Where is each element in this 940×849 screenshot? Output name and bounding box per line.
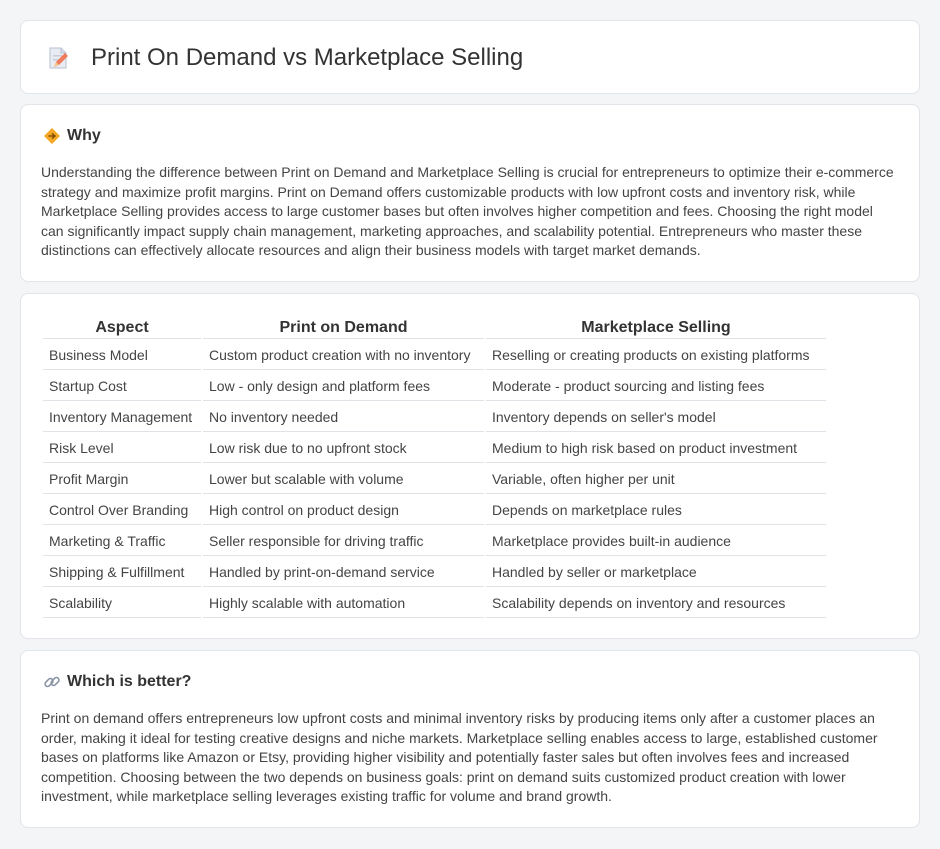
diamond-arrows-icon — [44, 128, 60, 144]
header-print-on-demand: Print on Demand — [203, 318, 484, 339]
why-section: Why Understanding the difference between… — [20, 104, 920, 282]
link-icon — [44, 676, 60, 688]
marketplace-cell: Handled by seller or marketplace — [486, 558, 826, 587]
which-is-better-section: Which is better? Print on demand offers … — [20, 650, 920, 828]
marketplace-cell: Variable, often higher per unit — [486, 465, 826, 494]
print-on-demand-cell: No inventory needed — [203, 403, 484, 432]
print-on-demand-cell: Low risk due to no upfront stock — [203, 434, 484, 463]
table-row: Marketing & Traffic Seller responsible f… — [43, 527, 826, 556]
table-header-row: Aspect Print on Demand Marketplace Selli… — [43, 318, 826, 339]
print-on-demand-cell: High control on product design — [203, 496, 484, 525]
table-row: Shipping & Fulfillment Handled by print-… — [43, 558, 826, 587]
aspect-cell: Business Model — [43, 341, 201, 370]
aspect-cell: Scalability — [43, 589, 201, 618]
print-on-demand-cell: Seller responsible for driving traffic — [203, 527, 484, 556]
print-on-demand-cell: Lower but scalable with volume — [203, 465, 484, 494]
comparison-table: Aspect Print on Demand Marketplace Selli… — [41, 316, 828, 620]
table-row: Inventory Management No inventory needed… — [43, 403, 826, 432]
better-text: Print on demand offers entrepreneurs low… — [41, 710, 878, 805]
better-heading: Which is better? — [43, 673, 191, 691]
marketplace-cell: Moderate - product sourcing and listing … — [486, 372, 826, 401]
title-row: Print On Demand vs Marketplace Selling — [45, 21, 523, 95]
marketplace-cell: Marketplace provides built-in audience — [486, 527, 826, 556]
page-title: Print On Demand vs Marketplace Selling — [91, 44, 524, 71]
aspect-cell: Control Over Branding — [43, 496, 201, 525]
aspect-cell: Risk Level — [43, 434, 201, 463]
marketplace-cell: Medium to high risk based on product inv… — [486, 434, 826, 463]
print-on-demand-cell: Low - only design and platform fees — [203, 372, 484, 401]
document-pencil-icon — [49, 47, 68, 69]
aspect-cell: Shipping & Fulfillment — [43, 558, 201, 587]
aspect-cell: Startup Cost — [43, 372, 201, 401]
header-marketplace-selling: Marketplace Selling — [486, 318, 826, 339]
print-on-demand-cell: Custom product creation with no inventor… — [203, 341, 484, 370]
better-title: Which is better? — [67, 673, 192, 690]
comparison-card: Aspect Print on Demand Marketplace Selli… — [20, 293, 920, 639]
print-on-demand-cell: Handled by print-on-demand service — [203, 558, 484, 587]
header-card: Print On Demand vs Marketplace Selling — [20, 20, 920, 94]
table-row: Control Over Branding High control on pr… — [43, 496, 826, 525]
table-row: Business Model Custom product creation w… — [43, 341, 826, 370]
aspect-cell: Marketing & Traffic — [43, 527, 201, 556]
marketplace-cell: Inventory depends on seller's model — [486, 403, 826, 432]
marketplace-cell: Depends on marketplace rules — [486, 496, 826, 525]
aspect-cell: Profit Margin — [43, 465, 201, 494]
why-title: Why — [67, 127, 101, 144]
print-on-demand-cell: Highly scalable with automation — [203, 589, 484, 618]
header-aspect: Aspect — [43, 318, 201, 339]
marketplace-cell: Scalability depends on inventory and res… — [486, 589, 826, 618]
why-text: Understanding the difference between Pri… — [41, 164, 894, 259]
table-row: Profit Margin Lower but scalable with vo… — [43, 465, 826, 494]
aspect-cell: Inventory Management — [43, 403, 201, 432]
table-row: Scalability Highly scalable with automat… — [43, 589, 826, 618]
table-row: Startup Cost Low - only design and platf… — [43, 372, 826, 401]
why-heading: Why — [43, 127, 101, 145]
table-row: Risk Level Low risk due to no upfront st… — [43, 434, 826, 463]
marketplace-cell: Reselling or creating products on existi… — [486, 341, 826, 370]
